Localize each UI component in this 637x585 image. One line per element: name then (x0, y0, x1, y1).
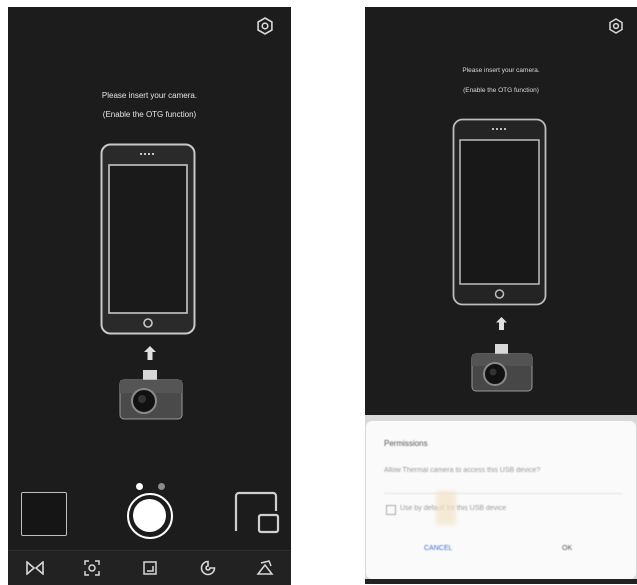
cancel-button[interactable]: CANCEL (424, 545, 452, 552)
ok-button[interactable]: OK (562, 545, 572, 552)
dialog-message: Allow Thermal camera to access this USB … (384, 467, 541, 474)
picture-in-picture-icon[interactable] (233, 491, 281, 535)
gear-icon[interactable] (256, 17, 274, 35)
palette-icon[interactable] (200, 560, 216, 581)
shutter-inner (133, 499, 166, 532)
left-phone-screen: Please insert your camera. (Enable the O… (8, 7, 291, 585)
usb-permission-dialog: Permissions Allow Thermal camera to acce… (366, 421, 636, 579)
bottom-bar (365, 579, 637, 584)
otg-hint-message: (Enable the OTG function) (102, 110, 197, 119)
otg-hint-message: (Enable the OTG function) (463, 87, 539, 94)
compare-icon[interactable] (26, 560, 44, 580)
phone-icon (100, 143, 196, 335)
scan-icon[interactable] (84, 560, 100, 581)
mode-dot[interactable] (158, 483, 165, 490)
right-phone-screen: Please insert your camera. (Enable the O… (365, 7, 637, 584)
divider (384, 493, 622, 494)
thermal-camera-icon (471, 344, 533, 392)
default-checkbox[interactable] (386, 505, 396, 515)
checkbox-highlight (436, 491, 456, 525)
shutter-button[interactable] (127, 493, 173, 539)
tools-icon[interactable] (256, 560, 274, 581)
gallery-thumbnail[interactable] (21, 492, 67, 536)
crop-icon[interactable] (142, 560, 158, 581)
dialog-title: Permissions (384, 439, 428, 448)
thermal-camera-icon (119, 370, 183, 420)
gear-icon[interactable] (608, 18, 624, 34)
phone-icon (452, 118, 547, 306)
insert-camera-message: Please insert your camera. (101, 91, 198, 100)
insert-camera-message: Please insert your camera. (462, 67, 540, 74)
mode-dot-active[interactable] (136, 483, 143, 490)
bottom-toolbar (8, 550, 291, 585)
arrow-up-icon (496, 317, 507, 330)
arrow-up-icon (144, 346, 156, 360)
